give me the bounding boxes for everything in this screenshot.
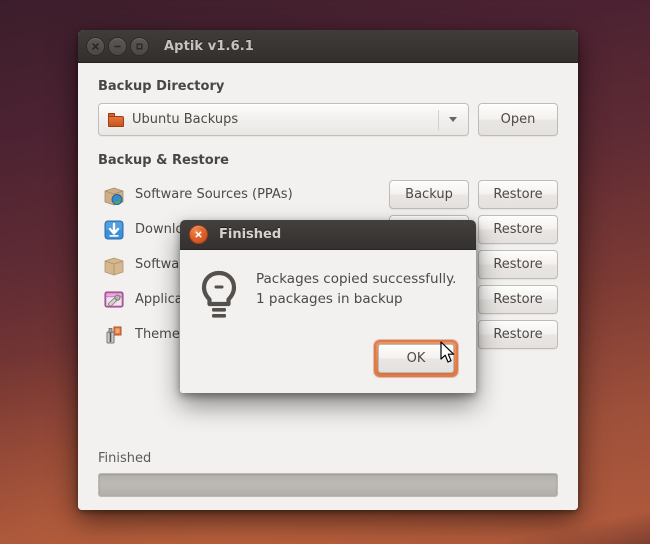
restore-button[interactable]: Restore xyxy=(478,180,558,209)
box-icon xyxy=(103,254,125,276)
status-text: Finished xyxy=(98,451,558,466)
finished-dialog: Finished Packages copied successfully. 1… xyxy=(180,220,476,393)
dialog-message: Packages copied successfully. 1 packages… xyxy=(256,268,456,309)
dialog-title: Finished xyxy=(219,227,281,242)
restore-button[interactable]: Restore xyxy=(478,215,558,244)
dialog-titlebar[interactable]: Finished xyxy=(180,220,476,250)
progress-bar xyxy=(98,473,558,497)
ok-button-focus-ring: OK xyxy=(374,340,458,377)
window-titlebar[interactable]: Aptik v1.6.1 xyxy=(78,30,578,63)
open-button[interactable]: Open xyxy=(478,103,558,136)
themes-icon xyxy=(103,324,125,346)
list-item-actions: Backup Restore xyxy=(389,180,558,209)
application-settings-icon xyxy=(103,289,125,311)
backup-directory-row: Ubuntu Backups Open xyxy=(98,103,558,136)
restore-button[interactable]: Restore xyxy=(478,250,558,279)
backup-directory-value: Ubuntu Backups xyxy=(132,112,438,127)
folder-icon xyxy=(108,113,124,127)
dialog-message-line1: Packages copied successfully. xyxy=(256,270,456,290)
ok-button[interactable]: OK xyxy=(378,344,454,373)
minimize-icon[interactable] xyxy=(108,37,127,56)
restore-button[interactable]: Restore xyxy=(478,285,558,314)
backup-button[interactable]: Backup xyxy=(389,180,469,209)
backup-restore-label: Backup & Restore xyxy=(98,153,558,168)
dialog-actions: OK xyxy=(180,326,476,393)
chevron-down-icon[interactable] xyxy=(440,117,466,122)
download-arrow-icon xyxy=(103,219,125,241)
backup-directory-label: Backup Directory xyxy=(98,79,558,94)
maximize-icon[interactable] xyxy=(130,37,149,56)
box-globe-icon xyxy=(103,184,125,206)
list-item-label: Software Sources (PPAs) xyxy=(135,187,389,202)
backup-directory-combobox[interactable]: Ubuntu Backups xyxy=(98,103,469,136)
list-item: Software Sources (PPAs) Backup Restore xyxy=(98,177,558,212)
combo-separator xyxy=(438,110,439,130)
dialog-close-icon[interactable] xyxy=(189,225,208,244)
restore-button[interactable]: Restore xyxy=(478,320,558,349)
dialog-message-line2: 1 packages in backup xyxy=(256,290,456,310)
status-area: Finished xyxy=(98,451,558,497)
lightbulb-icon xyxy=(198,270,244,326)
window-title: Aptik v1.6.1 xyxy=(164,39,254,54)
dialog-body: Packages copied successfully. 1 packages… xyxy=(180,250,476,326)
close-icon[interactable] xyxy=(86,37,105,56)
